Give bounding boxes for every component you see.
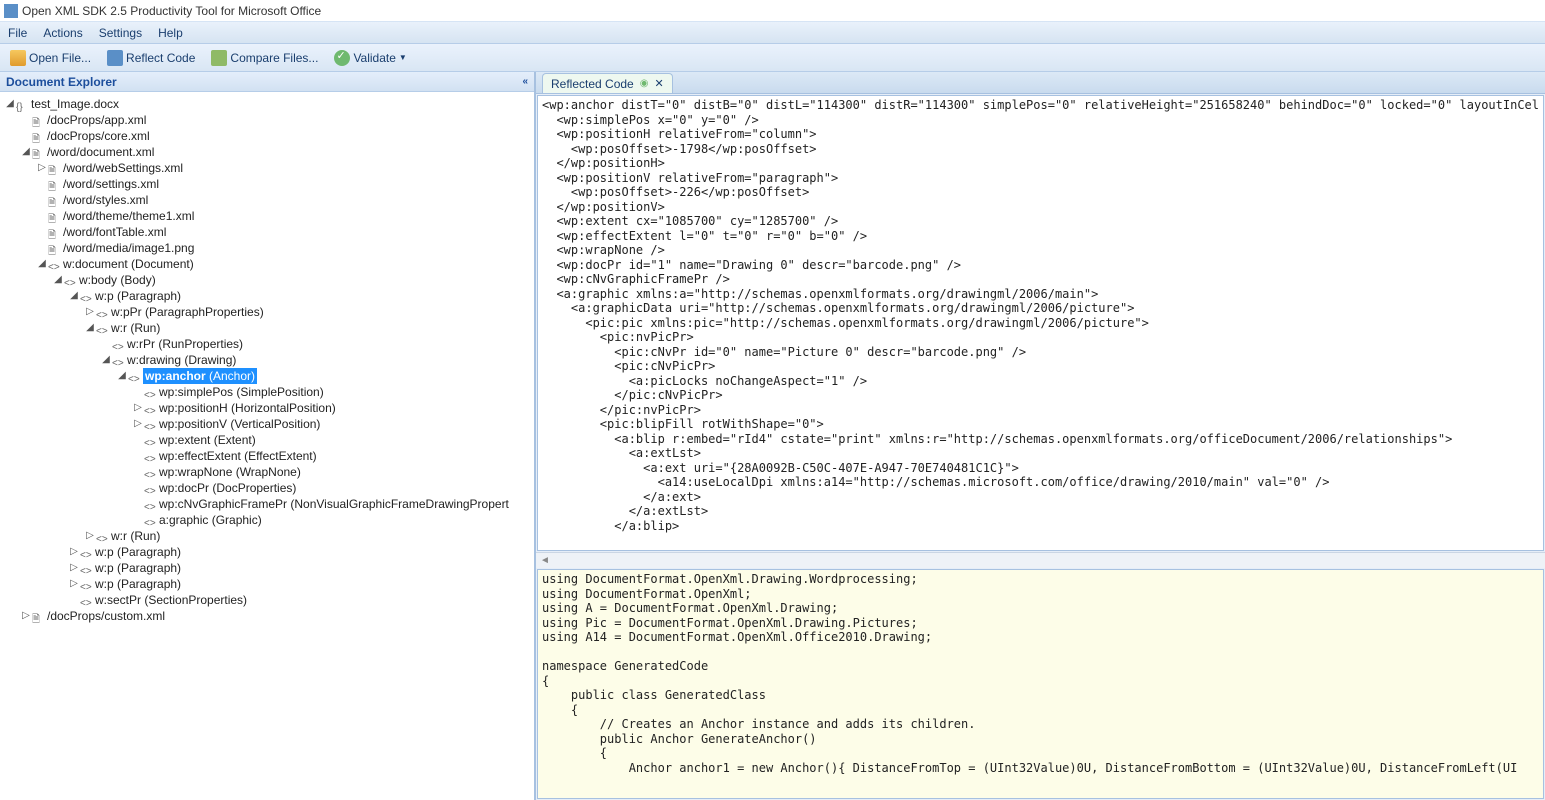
tree-node[interactable]: ◢/word/document.xml [2, 144, 532, 160]
tree-node[interactable]: ◢w:p (Paragraph) [2, 288, 532, 304]
tree-node[interactable]: ▷w:p (Paragraph) [2, 544, 532, 560]
tree-node[interactable]: ◢wp:anchor (Anchor) [2, 368, 532, 384]
folder-open-icon [10, 50, 26, 66]
tree-node[interactable]: ◢w:drawing (Drawing) [2, 352, 532, 368]
tree-node[interactable]: ◢w:body (Body) [2, 272, 532, 288]
menu-settings[interactable]: Settings [99, 26, 142, 40]
app-icon [4, 4, 18, 18]
tree-node[interactable]: ▷w:p (Paragraph) [2, 560, 532, 576]
tab-strip: Reflected Code ◉ ✕ [536, 72, 1545, 94]
compare-files-button[interactable]: Compare Files... [205, 48, 324, 68]
menu-help[interactable]: Help [158, 26, 183, 40]
tree-node[interactable]: ▷w:pPr (ParagraphProperties) [2, 304, 532, 320]
menu-file[interactable]: File [8, 26, 27, 40]
tree-node[interactable]: wp:extent (Extent) [2, 432, 532, 448]
menu-actions[interactable]: Actions [43, 26, 82, 40]
tree-node[interactable]: ▷/word/webSettings.xml [2, 160, 532, 176]
tree-node[interactable]: wp:wrapNone (WrapNone) [2, 464, 532, 480]
open-file-button[interactable]: Open File... [4, 48, 97, 68]
horizontal-scrollbar[interactable] [536, 552, 1545, 568]
tree-node[interactable]: /docProps/app.xml [2, 112, 532, 128]
tree-node[interactable]: ◢test_Image.docx [2, 96, 532, 112]
tree-node[interactable]: /word/settings.xml [2, 176, 532, 192]
tree-node[interactable]: wp:simplePos (SimplePosition) [2, 384, 532, 400]
tree-node[interactable]: ▷w:p (Paragraph) [2, 576, 532, 592]
tree-node[interactable]: ▷wp:positionH (HorizontalPosition) [2, 400, 532, 416]
tree-node[interactable]: /word/media/image1.png [2, 240, 532, 256]
xml-code-viewer[interactable]: <wp:anchor distT="0" distB="0" distL="11… [537, 95, 1544, 551]
toolbar: Open File... Reflect Code Compare Files.… [0, 44, 1545, 72]
tree-node[interactable]: w:sectPr (SectionProperties) [2, 592, 532, 608]
chevron-down-icon: ▼ [399, 53, 407, 62]
titlebar: Open XML SDK 2.5 Productivity Tool for M… [0, 0, 1545, 22]
reflect-icon [107, 50, 123, 66]
tree-node[interactable]: /word/fontTable.xml [2, 224, 532, 240]
document-tree[interactable]: ◢test_Image.docx/docProps/app.xml/docPro… [0, 92, 534, 800]
tree-node[interactable]: ▷wp:positionV (VerticalPosition) [2, 416, 532, 432]
document-explorer-pane: Document Explorer « ◢test_Image.docx/doc… [0, 72, 536, 800]
tree-node[interactable]: w:rPr (RunProperties) [2, 336, 532, 352]
tree-node[interactable]: ◢w:r (Run) [2, 320, 532, 336]
tree-node[interactable]: ◢w:document (Document) [2, 256, 532, 272]
tree-node[interactable]: wp:docPr (DocProperties) [2, 480, 532, 496]
menubar: File Actions Settings Help [0, 22, 1545, 44]
tree-node[interactable]: wp:cNvGraphicFramePr (NonVisualGraphicFr… [2, 496, 532, 512]
collapse-pane-icon[interactable]: « [522, 76, 528, 87]
explorer-header: Document Explorer « [0, 72, 534, 92]
csharp-code-viewer[interactable]: using DocumentFormat.OpenXml.Drawing.Wor… [537, 569, 1544, 799]
compare-icon [211, 50, 227, 66]
pin-icon[interactable]: ◉ [640, 78, 649, 89]
tree-node[interactable]: /word/theme/theme1.xml [2, 208, 532, 224]
close-icon[interactable]: ✕ [654, 77, 663, 90]
app-title: Open XML SDK 2.5 Productivity Tool for M… [22, 4, 321, 18]
tree-node[interactable]: ▷w:r (Run) [2, 528, 532, 544]
validate-button[interactable]: Validate ▼ [328, 48, 412, 68]
validate-icon [334, 50, 350, 66]
reflect-code-button[interactable]: Reflect Code [101, 48, 201, 68]
tree-node[interactable]: wp:effectExtent (EffectExtent) [2, 448, 532, 464]
tree-node[interactable]: /word/styles.xml [2, 192, 532, 208]
tab-reflected-code[interactable]: Reflected Code ◉ ✕ [542, 73, 673, 93]
code-pane: Reflected Code ◉ ✕ <wp:anchor distT="0" … [536, 72, 1545, 800]
tree-node[interactable]: /docProps/core.xml [2, 128, 532, 144]
tree-node[interactable]: a:graphic (Graphic) [2, 512, 532, 528]
tree-node[interactable]: ▷/docProps/custom.xml [2, 608, 532, 624]
